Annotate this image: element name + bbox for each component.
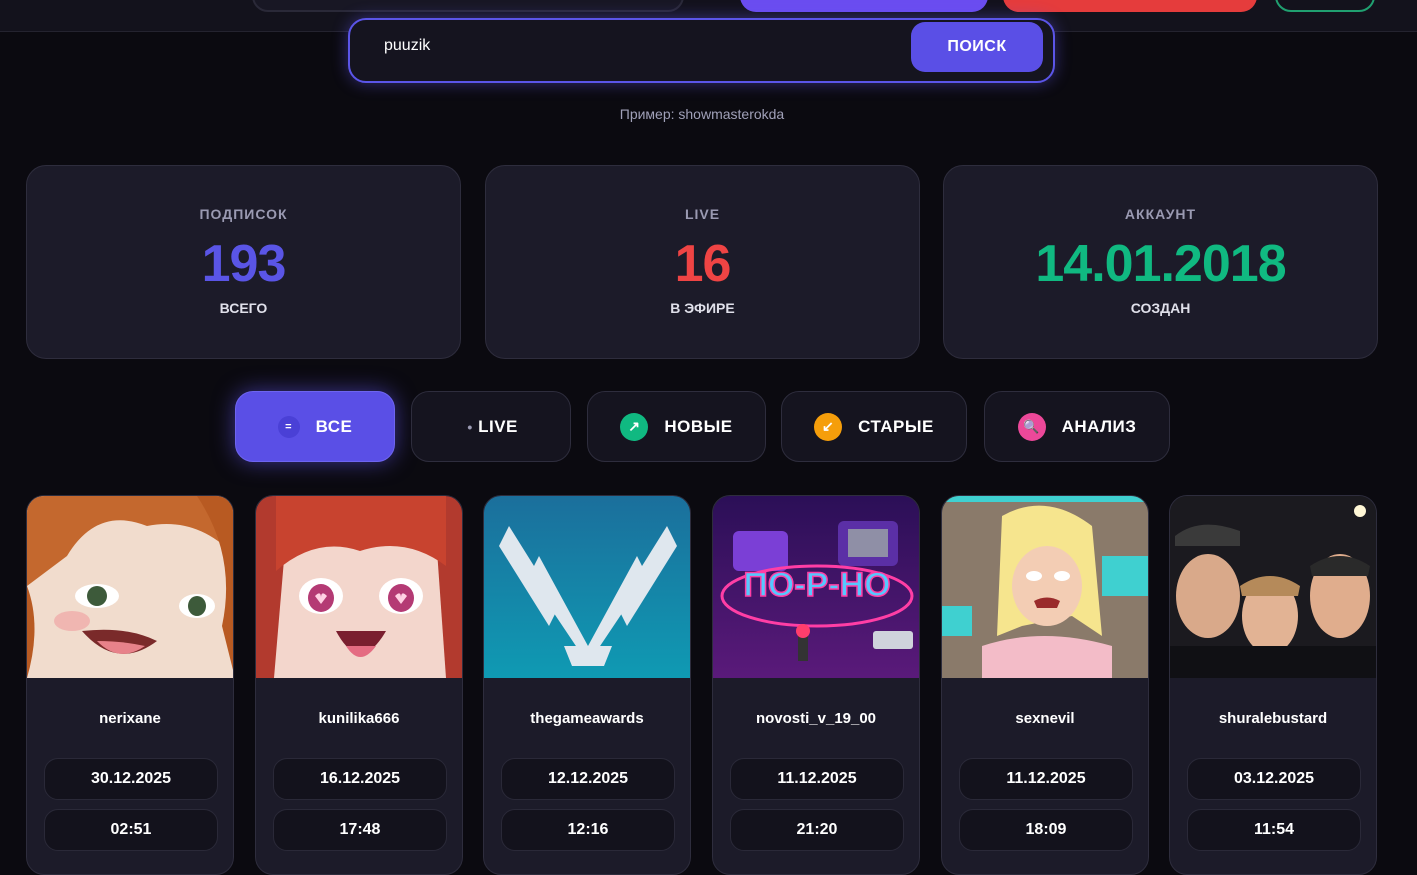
channel-name: sexnevil [1015, 710, 1075, 727]
stat-sub: СОЗДАН [1130, 300, 1191, 316]
filter-label: ВСЕ [315, 416, 353, 436]
channel-avatar [942, 496, 1148, 678]
filter-new-button[interactable]: ↗ НОВЫЕ [587, 391, 766, 462]
stat-label: ПОДПИСОК [199, 206, 288, 222]
stat-value: 193 [201, 235, 287, 293]
filter-label: НОВЫЕ [664, 416, 733, 436]
stat-label: АККАУНТ [1124, 206, 1197, 222]
channel-name: novosti_v_19_00 [755, 710, 877, 727]
stat-card-live: LIVE 16 В ЭФИРЕ [485, 165, 920, 359]
magnifier-icon: 🔍 [1017, 412, 1046, 441]
channel-time: 18:09 [959, 809, 1133, 851]
filter-label: АНАЛИЗ [1061, 416, 1137, 436]
channel-card[interactable]: shuralebustard 03.12.2025 11:54 [1169, 495, 1377, 875]
channel-date: 12.12.2025 [501, 758, 675, 800]
stat-sub: В ЭФИРЕ [670, 300, 735, 316]
channel-date: 30.12.2025 [44, 758, 218, 800]
stat-value: 16 [674, 235, 732, 293]
stat-card-subscriptions: ПОДПИСОК 193 ВСЕГО [26, 165, 461, 359]
channel-card[interactable]: nerixane 30.12.2025 02:51 [26, 495, 234, 875]
channel-card[interactable]: kunilika666 16.12.2025 17:48 [255, 495, 463, 875]
channel-avatar [1170, 496, 1376, 678]
arrow-down-left-icon: ↙ [814, 412, 843, 441]
search-box: ПОИСК [348, 18, 1055, 83]
channel-date: 11.12.2025 [959, 758, 1133, 800]
channel-name: shuralebustard [1218, 710, 1328, 727]
search-hint: Пример: showmasterokda [619, 106, 785, 122]
channel-time: 02:51 [44, 809, 218, 851]
filter-label: LIVE [478, 416, 518, 436]
channel-name: kunilika666 [318, 710, 400, 727]
filter-all-button[interactable]: = ВСЕ [235, 391, 395, 462]
channel-avatar [27, 496, 233, 678]
channel-card[interactable]: sexnevil 11.12.2025 18:09 [941, 495, 1149, 875]
filter-old-button[interactable]: ↙ СТАРЫЕ [781, 391, 967, 462]
nav-red-button[interactable] [1003, 0, 1257, 12]
stat-sub: ВСЕГО [219, 300, 268, 316]
nav-primary-button[interactable] [740, 0, 988, 12]
channel-avatar [484, 496, 690, 678]
channel-time: 12:16 [501, 809, 675, 851]
channel-avatar: ПО-Р-НО [713, 496, 919, 678]
channel-card[interactable]: ПО-Р-НО novosti_v_19_00 11.12.2025 21:20 [712, 495, 920, 875]
channel-time: 11:54 [1187, 809, 1361, 851]
equals-icon: = [277, 415, 300, 438]
channel-avatar [256, 496, 462, 678]
search-button[interactable]: ПОИСК [911, 22, 1043, 72]
search-input[interactable] [384, 34, 904, 58]
channel-name: thegameawards [530, 710, 644, 727]
dot-icon: • [467, 418, 473, 435]
filter-live-button[interactable]: • LIVE [411, 391, 571, 462]
stat-card-account: АККАУНТ 14.01.2018 СОЗДАН [943, 165, 1378, 359]
nav-green-button[interactable] [1275, 0, 1375, 12]
channel-time: 17:48 [273, 809, 447, 851]
channel-date: 03.12.2025 [1187, 758, 1361, 800]
channel-name: nerixane [99, 710, 161, 727]
filter-analysis-button[interactable]: 🔍 АНАЛИЗ [984, 391, 1170, 462]
filter-label: СТАРЫЕ [858, 416, 934, 436]
thumbnail-logo-text: ПО-Р-НО [743, 566, 890, 604]
nav-search-pill[interactable] [252, 0, 684, 12]
channel-date: 11.12.2025 [730, 758, 904, 800]
stat-label: LIVE [684, 206, 721, 222]
channel-card[interactable]: thegameawards 12.12.2025 12:16 [483, 495, 691, 875]
stat-value: 14.01.2018 [1035, 235, 1286, 293]
channel-date: 16.12.2025 [273, 758, 447, 800]
arrow-up-right-icon: ↗ [620, 412, 649, 441]
channel-time: 21:20 [730, 809, 904, 851]
